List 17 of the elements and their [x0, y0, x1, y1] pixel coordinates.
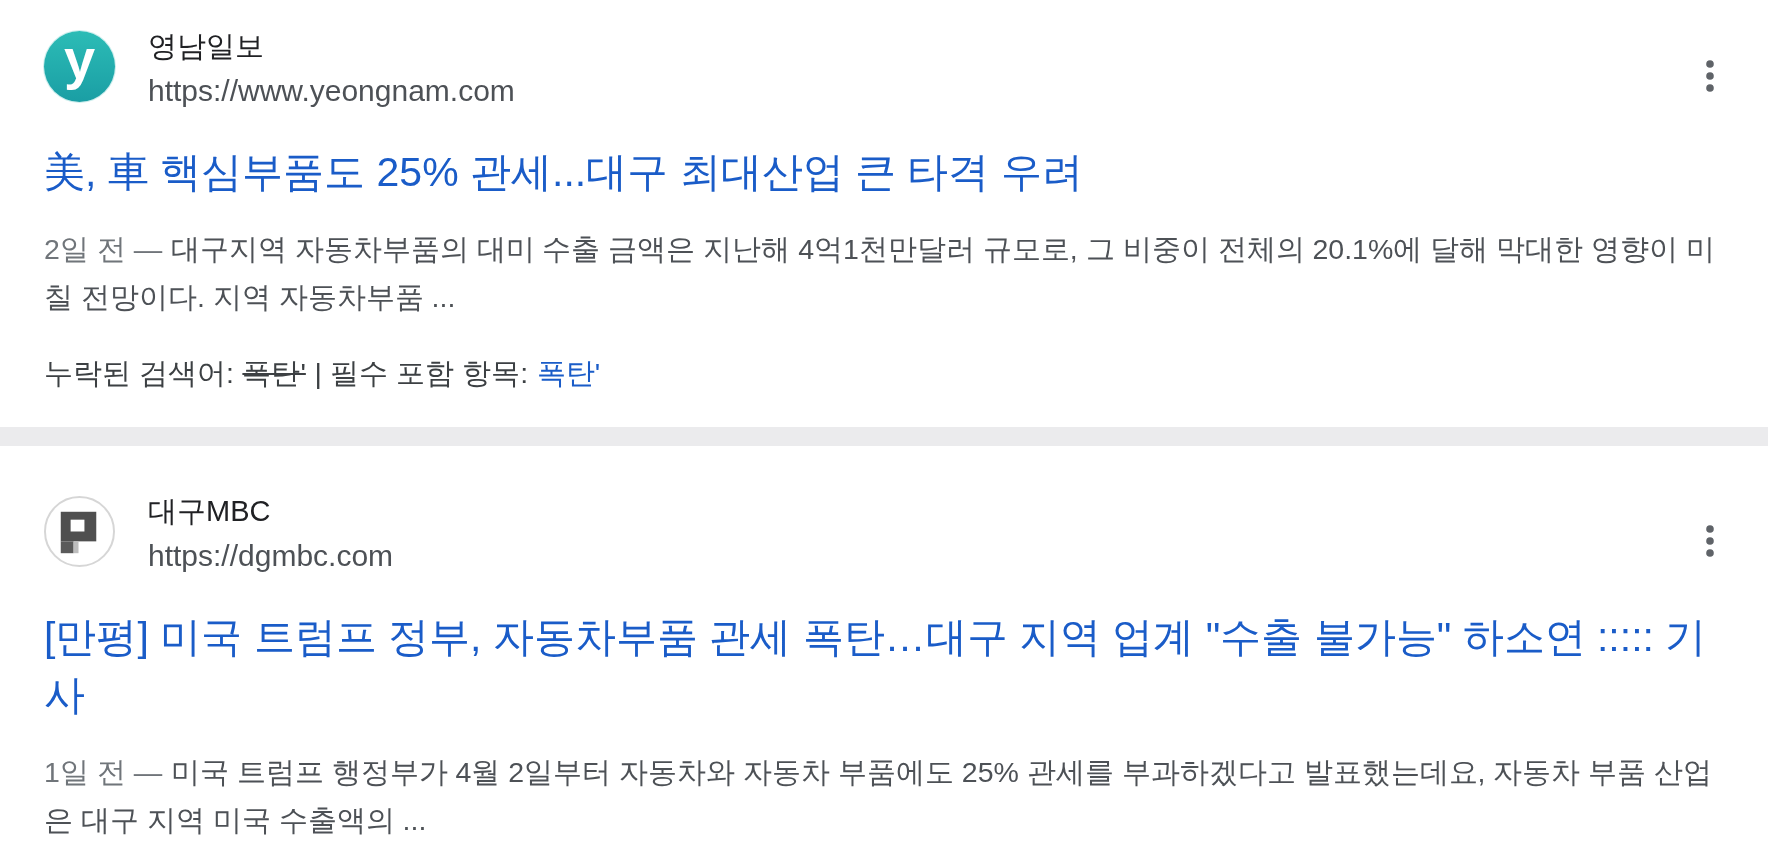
result-title-link[interactable]: 美, 車 핵심부품도 25% 관세...대구 최대산업 큰 타격 우려: [44, 143, 1723, 201]
site-logo: y: [44, 31, 115, 102]
site-url[interactable]: https://dgmbc.com: [148, 540, 394, 572]
result-title-link[interactable]: [만평] 미국 트럼프 정부, 자동차부품 관세 폭탄…대구 지역 업계 "수출 불가능" 하소연 ::::: 기사: [44, 608, 1723, 724]
site-name[interactable]: 대구MBC: [148, 496, 271, 526]
required-terms-label: 필수 포함 항목:: [330, 356, 529, 391]
site-name[interactable]: 영남일보: [148, 31, 264, 61]
site-url[interactable]: https://www.yeongnam.com: [148, 75, 515, 107]
more-options-icon[interactable]: [1705, 525, 1715, 557]
result-snippet: 1일 전 — 미국 트럼프 행정부가 4월 2일부터 자동차와 자동차 부품에도 25% 관세를 부과하겠다고 발표했는데요, 자동차 부품 산업은 대구 지역 미국 수출액의 ...: [44, 755, 1714, 838]
more-options-icon[interactable]: [1705, 60, 1715, 92]
pixel-logo-icon: [44, 496, 115, 567]
separator-text: |: [314, 356, 322, 391]
missing-term: 폭탄': [242, 356, 306, 391]
result-snippet: 2일 전 — 대구지역 자동차부품의 대미 수출 금액은 지난해 4억1천만달러 규모로, 그 비중이 전체의 20.1%에 달해 막대한 영향이 미칠 전망이다. 지역 자동차부품 ...: [44, 232, 1716, 315]
missing-terms-label: 누락된 검색어:: [44, 356, 234, 391]
required-term-link[interactable]: 폭탄': [536, 349, 601, 397]
